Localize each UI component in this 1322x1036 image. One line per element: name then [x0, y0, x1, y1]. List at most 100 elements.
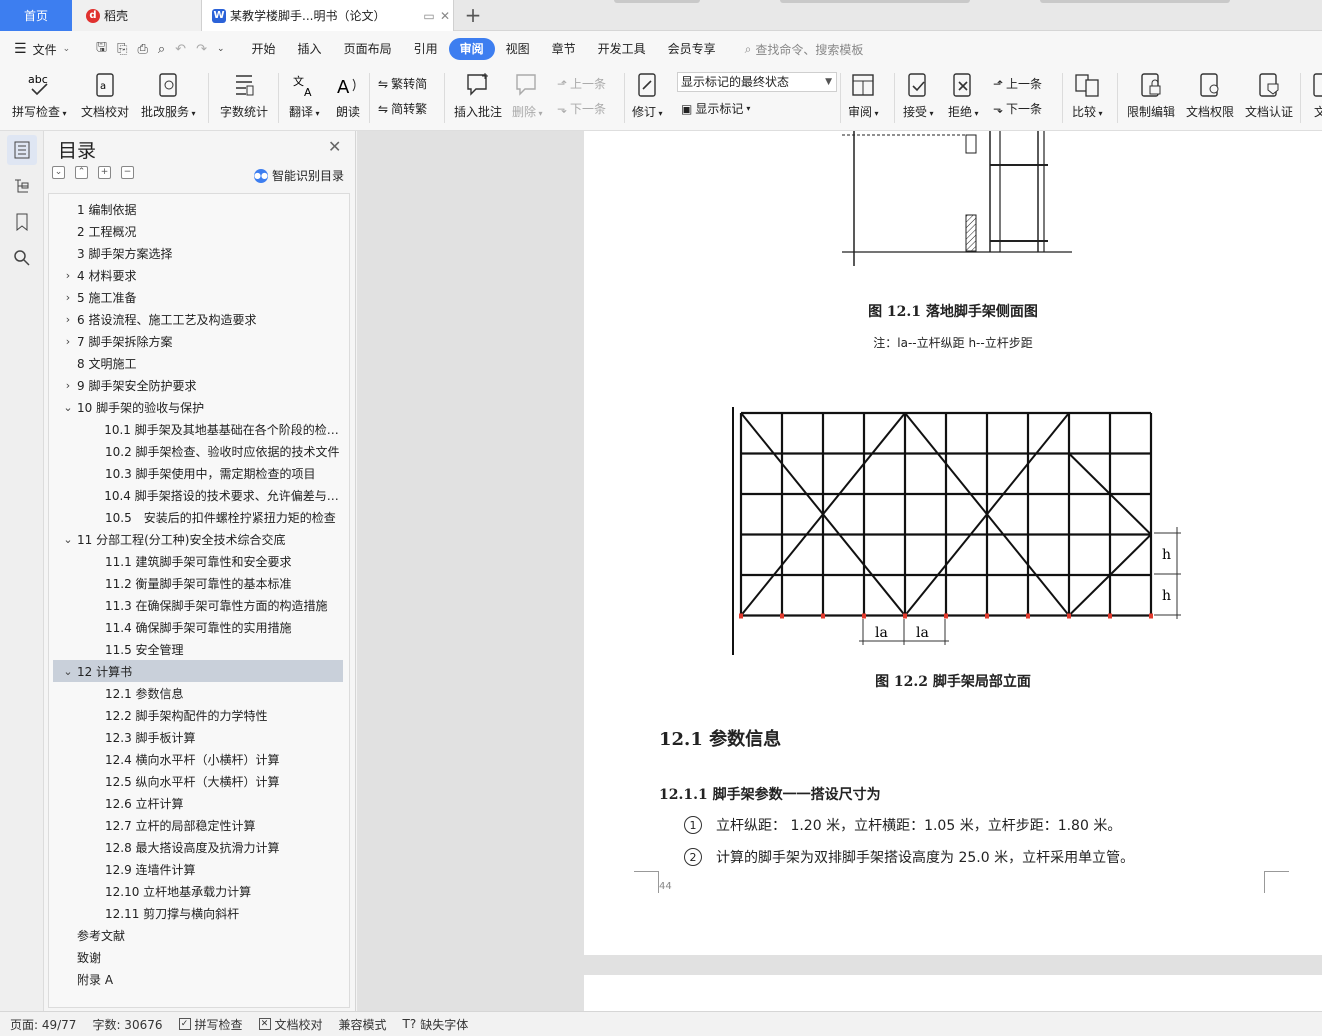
chevron-right-icon[interactable]: › [59, 313, 77, 326]
find-panel-button[interactable] [7, 243, 37, 273]
toc-item[interactable]: 10.3 脚手架使用中，需定期检查的项目 [53, 462, 343, 484]
menu-review[interactable]: 审阅 [448, 38, 495, 60]
next-comment-button[interactable]: ⬎ 下一条 [557, 100, 606, 117]
command-search[interactable]: ⌕ 查找命令、搜索模板 [745, 41, 864, 58]
remove-heading-icon[interactable]: − [121, 166, 134, 179]
chevron-right-icon[interactable]: › [59, 335, 77, 348]
toc-item[interactable]: 11.2 衡量脚手架可靠性的基本标准 [53, 572, 343, 594]
toc-item[interactable]: 12.2 脚手架构配件的力学特性 [53, 704, 343, 726]
toc-item[interactable]: 致谢 [53, 946, 343, 968]
expand-up-icon[interactable]: ⌃ [75, 166, 88, 179]
toc-item[interactable]: › 7 脚手架拆除方案 [53, 330, 343, 352]
toc-item[interactable]: 12.11 剪刀撑与横向斜杆 [53, 902, 343, 924]
save-icon[interactable]: 🖫 [96, 38, 107, 60]
toc-item[interactable]: 附录 A [53, 968, 343, 990]
toc-item[interactable]: 12.8 最大搭设高度及抗滑力计算 [53, 836, 343, 858]
file-menu[interactable]: ☰ 文件 ⌄ [0, 41, 90, 58]
toc-item[interactable]: 2 工程概况 [53, 220, 343, 242]
menu-member[interactable]: 会员专享 [657, 38, 727, 60]
spellcheck-button[interactable]: abc 拼写检查 ▾ [12, 70, 67, 120]
toc-item[interactable]: 10.2 脚手架检查、验收时应依据的技术文件 [53, 440, 343, 462]
close-tab-icon[interactable]: ✕ [437, 9, 453, 23]
review-pane-button[interactable]: 审阅 ▾ [848, 70, 879, 120]
translate-button[interactable]: 文A 翻译 ▾ [289, 70, 320, 120]
chevron-right-icon[interactable]: › [59, 291, 77, 304]
export-pdf-icon[interactable]: ⎘ [117, 42, 127, 57]
menu-start[interactable]: 开始 [241, 38, 287, 60]
tab-daoke[interactable]: d 稻壳 [72, 0, 202, 31]
reject-button[interactable]: 拒绝 ▾ [948, 70, 979, 120]
doc-permission-button[interactable]: 文档权限 [1186, 70, 1234, 120]
ribbon-overflow-button[interactable]: 文 [1306, 70, 1322, 120]
toc-item[interactable]: 11.5 安全管理 [53, 638, 343, 660]
restrict-edit-button[interactable]: 限制编辑 [1127, 70, 1175, 120]
toc-item[interactable]: 10.5 安装后的扣件螺栓拧紧扭力矩的检查 [53, 506, 343, 528]
missing-font-button[interactable]: T? 缺失字体 [403, 1016, 469, 1033]
menu-developer[interactable]: 开发工具 [587, 38, 657, 60]
toc-item[interactable]: › 9 脚手架安全防护要求 [53, 374, 343, 396]
prev-comment-button[interactable]: ⬏ 上一条 [557, 75, 606, 92]
chevron-down-icon[interactable]: ⌄ [59, 401, 77, 414]
doc-cert-button[interactable]: 文档认证 [1245, 70, 1293, 120]
status-spellcheck[interactable]: ✓ 拼写检查 [178, 1016, 243, 1033]
toc-item[interactable]: › 4 材料要求 [53, 264, 343, 286]
toc-item[interactable]: 参考文献 [53, 924, 343, 946]
compare-button[interactable]: 比较 ▾ [1072, 70, 1103, 120]
track-changes-button[interactable]: 修订 ▾ [632, 70, 663, 120]
menu-references[interactable]: 引用 [403, 38, 449, 60]
toc-item[interactable]: 12.6 立杆计算 [53, 792, 343, 814]
chevron-right-icon[interactable]: › [59, 379, 77, 392]
window-restore-icon[interactable]: ▭ [421, 9, 437, 23]
toc-item[interactable]: 1 编制依据 [53, 198, 343, 220]
tab-document[interactable]: W 某教学楼脚手...明书（论文） ▭ ✕ [202, 0, 454, 31]
insert-comment-button[interactable]: 插入批注 [454, 70, 502, 120]
trad-to-simp-button[interactable]: ⇋ 繁转简 [378, 75, 427, 92]
close-icon[interactable]: ✕ [328, 137, 341, 156]
toc-item[interactable]: 12.7 立杆的局部稳定性计算 [53, 814, 343, 836]
collapse-all-icon[interactable]: ⌄ [52, 166, 65, 179]
print-icon[interactable]: ⎙ [137, 42, 147, 57]
toc-item[interactable]: 11.4 确保脚手架可靠性的实用措施 [53, 616, 343, 638]
toc-item[interactable]: 12.10 立杆地基承载力计算 [53, 880, 343, 902]
status-doc-proof[interactable]: ✕ 文档校对 [258, 1016, 323, 1033]
toc-item[interactable]: 11.1 建筑脚手架可靠性和安全要求 [53, 550, 343, 572]
chevron-down-icon[interactable]: ⌄ [59, 665, 77, 678]
toc-item[interactable]: 10.4 脚手架搭设的技术要求、允许偏差与检 ... [53, 484, 343, 506]
toc-panel-button[interactable] [7, 135, 37, 165]
new-tab-button[interactable]: + [462, 4, 484, 26]
toc-item[interactable]: 12.1 参数信息 [53, 682, 343, 704]
batch-service-button[interactable]: 批改服务 ▾ [141, 70, 196, 120]
toc-item[interactable]: 12.4 横向水平杆（小横杆）计算 [53, 748, 343, 770]
toc-item[interactable]: ⌄ 11 分部工程(分工种)安全技术综合交底 [53, 528, 343, 550]
chevron-right-icon[interactable]: › [59, 269, 77, 282]
more-dropdown-icon[interactable]: ⌄ [217, 44, 225, 54]
tab-home[interactable]: 首页 [0, 0, 72, 31]
toc-item[interactable]: 12.9 连墙件计算 [53, 858, 343, 880]
menu-page-layout[interactable]: 页面布局 [333, 38, 403, 60]
toc-item[interactable]: 10.1 脚手架及其地基基础在各个阶段的检查 ... [53, 418, 343, 440]
toc-item[interactable]: › 6 搭设流程、施工工艺及构造要求 [53, 308, 343, 330]
delete-comment-button[interactable]: 删除 ▾ [512, 70, 543, 120]
toc-item[interactable]: 12.3 脚手板计算 [53, 726, 343, 748]
smart-toc-button[interactable]: ●● 智能识别目录 [254, 167, 344, 184]
menu-insert[interactable]: 插入 [287, 38, 333, 60]
toc-item[interactable]: 12.5 纵向水平杆（大横杆）计算 [53, 770, 343, 792]
bookmark-panel-button[interactable] [7, 207, 37, 237]
toc-item[interactable]: 3 脚手架方案选择 [53, 242, 343, 264]
outline-panel-button[interactable] [7, 171, 37, 201]
markup-state-select[interactable]: 显示标记的最终状态 ▼ [677, 72, 837, 92]
simp-to-trad-button[interactable]: ⇋ 简转繁 [378, 100, 427, 117]
print-preview-icon[interactable]: ⌕ [158, 42, 165, 57]
toc-item[interactable]: 8 文明施工 [53, 352, 343, 374]
redo-icon[interactable]: ↷ [196, 42, 207, 57]
show-markup-button[interactable]: ▣ 显示标记 ▾ [681, 100, 750, 117]
menu-view[interactable]: 视图 [495, 38, 541, 60]
chevron-down-icon[interactable]: ⌄ [59, 533, 77, 546]
word-count-indicator[interactable]: 字数: 30676 [92, 1016, 162, 1033]
toc-item[interactable]: 11.3 在确保脚手架可靠性方面的构造措施 [53, 594, 343, 616]
toc-item[interactable]: › 5 施工准备 [53, 286, 343, 308]
prev-change-button[interactable]: ⬏ 上一条 [993, 75, 1042, 92]
undo-icon[interactable]: ↶ [175, 42, 186, 57]
accept-button[interactable]: 接受 ▾ [903, 70, 934, 120]
doc-proof-button[interactable]: a 文档校对 [81, 70, 129, 120]
